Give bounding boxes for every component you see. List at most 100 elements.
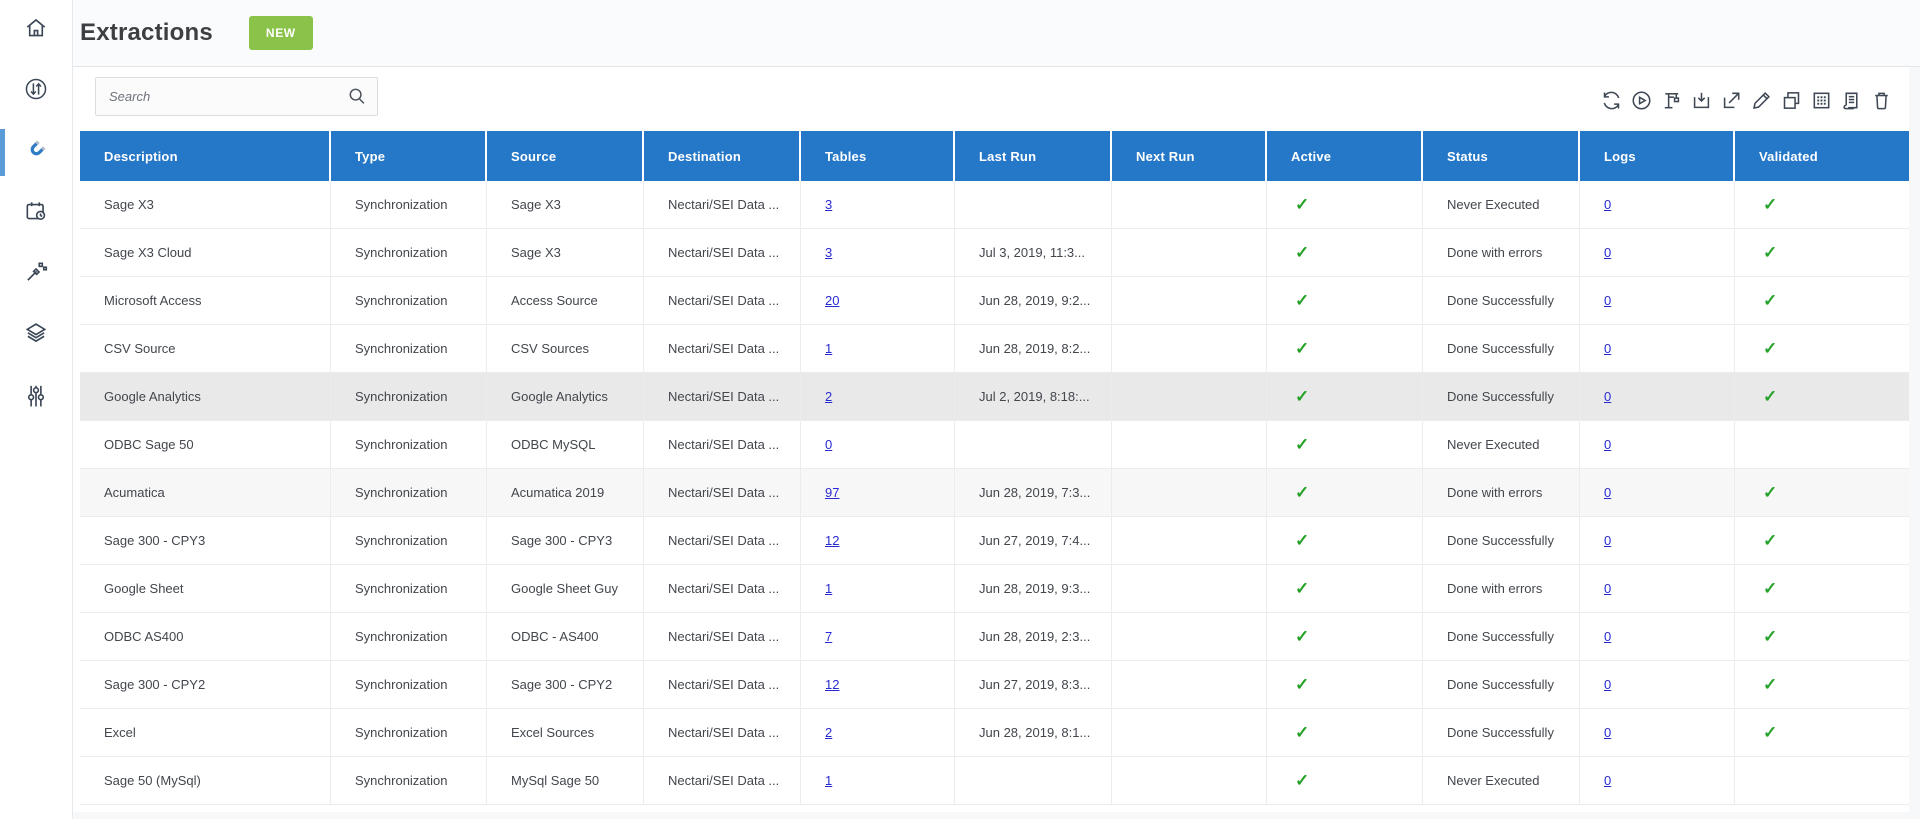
new-button[interactable]: NEW bbox=[248, 16, 313, 50]
logs-link[interactable]: 0 bbox=[1604, 629, 1611, 644]
cell-logs: 0 bbox=[1580, 565, 1735, 613]
export-icon bbox=[1720, 89, 1743, 115]
sidebar-item-home[interactable] bbox=[0, 0, 72, 61]
table-row[interactable]: Google Analytics Synchronization Google … bbox=[80, 373, 1909, 421]
copy-button[interactable] bbox=[1779, 90, 1803, 114]
table-row[interactable]: Google Sheet Synchronization Google Shee… bbox=[80, 565, 1909, 613]
tables-link[interactable]: 12 bbox=[825, 677, 839, 692]
cell-logs: 0 bbox=[1580, 373, 1735, 421]
tables-link[interactable]: 97 bbox=[825, 485, 839, 500]
active-check-icon: ✓ bbox=[1295, 770, 1310, 790]
sidebar-item-data-transfer[interactable] bbox=[0, 61, 72, 122]
logs-link[interactable]: 0 bbox=[1604, 773, 1611, 788]
cell-status: Done Successfully bbox=[1423, 517, 1580, 565]
logs-link[interactable]: 0 bbox=[1604, 341, 1611, 356]
cell-description: ODBC Sage 50 bbox=[80, 421, 331, 469]
logs-link[interactable]: 0 bbox=[1604, 197, 1611, 212]
column-header-type[interactable]: Type bbox=[331, 131, 487, 181]
cell-source: Acumatica 2019 bbox=[487, 469, 644, 517]
column-header-destination[interactable]: Destination bbox=[644, 131, 801, 181]
cell-tables: 7 bbox=[801, 613, 955, 661]
download-button[interactable] bbox=[1689, 90, 1713, 114]
table-row[interactable]: Acumatica Synchronization Acumatica 2019… bbox=[80, 469, 1909, 517]
table-row[interactable]: CSV Source Synchronization CSV Sources N… bbox=[80, 325, 1909, 373]
sidebar-item-settings[interactable] bbox=[0, 366, 72, 427]
tables-link[interactable]: 0 bbox=[825, 437, 832, 452]
column-header-active[interactable]: Active bbox=[1267, 131, 1423, 181]
cell-status: Done Successfully bbox=[1423, 613, 1580, 661]
tables-link[interactable]: 3 bbox=[825, 197, 832, 212]
table-row[interactable]: ODBC Sage 50 Synchronization ODBC MySQL … bbox=[80, 421, 1909, 469]
table-row[interactable]: Sage X3 Cloud Synchronization Sage X3 Ne… bbox=[80, 229, 1909, 277]
tables-link[interactable]: 2 bbox=[825, 389, 832, 404]
tables-link[interactable]: 20 bbox=[825, 293, 839, 308]
table-row[interactable]: Microsoft Access Synchronization Access … bbox=[80, 277, 1909, 325]
table-row[interactable]: Sage 50 (MySql) Synchronization MySql Sa… bbox=[80, 757, 1909, 805]
crane-button[interactable] bbox=[1659, 90, 1683, 114]
cell-last-run: Jun 28, 2019, 7:3... bbox=[955, 469, 1112, 517]
cell-type: Synchronization bbox=[331, 469, 487, 517]
cell-tables: 2 bbox=[801, 709, 955, 757]
search-icon[interactable] bbox=[346, 85, 368, 107]
tables-link[interactable]: 1 bbox=[825, 581, 832, 596]
column-header-description[interactable]: Description bbox=[80, 131, 331, 181]
active-check-icon: ✓ bbox=[1295, 530, 1310, 550]
logs-link[interactable]: 0 bbox=[1604, 245, 1611, 260]
tables-link[interactable]: 7 bbox=[825, 629, 832, 644]
cell-last-run: Jul 2, 2019, 8:18:... bbox=[955, 373, 1112, 421]
logs-link[interactable]: 0 bbox=[1604, 533, 1611, 548]
tables-link[interactable]: 1 bbox=[825, 773, 832, 788]
column-header-last-run[interactable]: Last Run bbox=[955, 131, 1112, 181]
cell-destination: Nectari/SEI Data ... bbox=[644, 181, 801, 229]
column-header-status[interactable]: Status bbox=[1423, 131, 1580, 181]
logs-link[interactable]: 0 bbox=[1604, 389, 1611, 404]
logs-link[interactable]: 0 bbox=[1604, 725, 1611, 740]
edit-button[interactable] bbox=[1749, 90, 1773, 114]
active-check-icon: ✓ bbox=[1295, 482, 1310, 502]
sidebar-item-schedules[interactable] bbox=[0, 183, 72, 244]
active-check-icon: ✓ bbox=[1295, 290, 1310, 310]
page-title: Extractions bbox=[80, 19, 213, 46]
layers-icon bbox=[23, 320, 49, 351]
table-row[interactable]: ODBC AS400 Synchronization ODBC - AS400 … bbox=[80, 613, 1909, 661]
column-header-validated[interactable]: Validated bbox=[1735, 131, 1909, 181]
search-input[interactable] bbox=[95, 77, 378, 116]
tables-link[interactable]: 1 bbox=[825, 341, 832, 356]
column-header-tables[interactable]: Tables bbox=[801, 131, 955, 181]
tables-link[interactable]: 12 bbox=[825, 533, 839, 548]
grid-icon bbox=[1810, 89, 1833, 115]
column-header-logs[interactable]: Logs bbox=[1580, 131, 1735, 181]
logs-button[interactable] bbox=[1839, 90, 1863, 114]
tables-link[interactable]: 2 bbox=[825, 725, 832, 740]
refresh-button[interactable] bbox=[1599, 90, 1623, 114]
cell-description: CSV Source bbox=[80, 325, 331, 373]
cell-type: Synchronization bbox=[331, 757, 487, 805]
export-button[interactable] bbox=[1719, 90, 1743, 114]
cell-type: Synchronization bbox=[331, 229, 487, 277]
grid-button[interactable] bbox=[1809, 90, 1833, 114]
table-body: Sage X3 Synchronization Sage X3 Nectari/… bbox=[80, 181, 1909, 805]
run-button[interactable] bbox=[1629, 90, 1653, 114]
sidebar-item-extractions[interactable] bbox=[0, 122, 72, 183]
tables-link[interactable]: 3 bbox=[825, 245, 832, 260]
column-header-source[interactable]: Source bbox=[487, 131, 644, 181]
logs-link[interactable]: 0 bbox=[1604, 485, 1611, 500]
table-row[interactable]: Excel Synchronization Excel Sources Nect… bbox=[80, 709, 1909, 757]
table-row[interactable]: Sage 300 - CPY3 Synchronization Sage 300… bbox=[80, 517, 1909, 565]
sync-arrows-icon bbox=[23, 76, 49, 107]
table-row[interactable]: Sage 300 - CPY2 Synchronization Sage 300… bbox=[80, 661, 1909, 709]
logs-link[interactable]: 0 bbox=[1604, 293, 1611, 308]
logs-link[interactable]: 0 bbox=[1604, 581, 1611, 596]
cell-source: Sage X3 bbox=[487, 181, 644, 229]
delete-button[interactable] bbox=[1869, 90, 1893, 114]
column-header-next-run[interactable]: Next Run bbox=[1112, 131, 1267, 181]
table-row[interactable]: Sage X3 Synchronization Sage X3 Nectari/… bbox=[80, 181, 1909, 229]
logs-link[interactable]: 0 bbox=[1604, 437, 1611, 452]
cell-destination: Nectari/SEI Data ... bbox=[644, 373, 801, 421]
cell-status: Never Executed bbox=[1423, 757, 1580, 805]
sidebar-item-layers[interactable] bbox=[0, 305, 72, 366]
sidebar-item-formulas[interactable] bbox=[0, 244, 72, 305]
logs-link[interactable]: 0 bbox=[1604, 677, 1611, 692]
cell-tables: 2 bbox=[801, 373, 955, 421]
cell-validated: ✓ bbox=[1735, 229, 1909, 277]
